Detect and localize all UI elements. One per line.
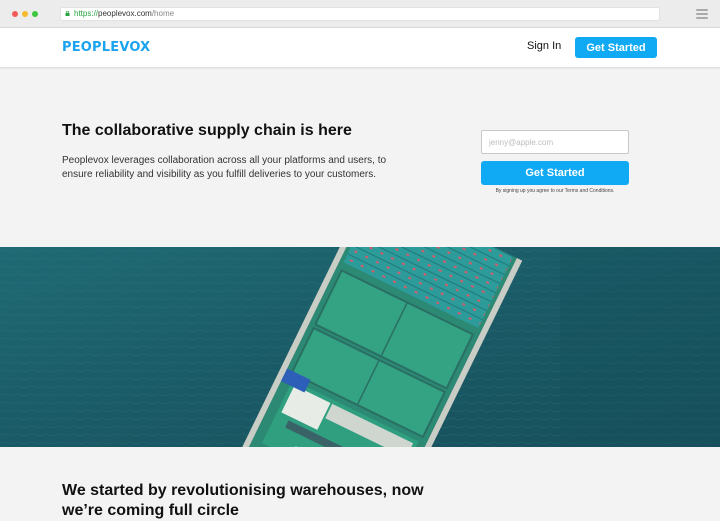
terms-notice: By signing up you agree to our Terms and… <box>495 188 615 194</box>
browser-chrome: https://peoplevox.com/home <box>0 0 720 28</box>
header-get-started-button[interactable]: Get Started <box>575 37 657 58</box>
sign-in-link[interactable]: Sign In <box>527 40 561 52</box>
url-domain: peoplevox.com <box>98 9 152 18</box>
email-input[interactable] <box>481 130 629 154</box>
hamburger-menu-icon[interactable] <box>696 9 708 19</box>
url-protocol: https:// <box>74 9 99 18</box>
site-header: PEOPLEVOX Sign In Get Started <box>0 28 720 67</box>
hero-subtitle: Peoplevox leverages collaboration across… <box>62 155 387 180</box>
cargo-ship-aerial-image <box>0 247 720 447</box>
maximize-window-button[interactable] <box>32 11 38 17</box>
peoplevox-logo[interactable]: PEOPLEVOX <box>62 40 150 55</box>
signup-get-started-button[interactable]: Get Started <box>481 161 629 185</box>
address-bar[interactable]: https://peoplevox.com/home <box>60 7 660 21</box>
section-title: We started by revolutionising warehouses… <box>62 482 424 519</box>
close-window-button[interactable] <box>12 11 18 17</box>
url-path: /home <box>151 9 175 18</box>
hero-title: The collaborative supply chain is here <box>62 122 352 139</box>
lock-icon <box>65 11 70 16</box>
minimize-window-button[interactable] <box>22 11 28 17</box>
